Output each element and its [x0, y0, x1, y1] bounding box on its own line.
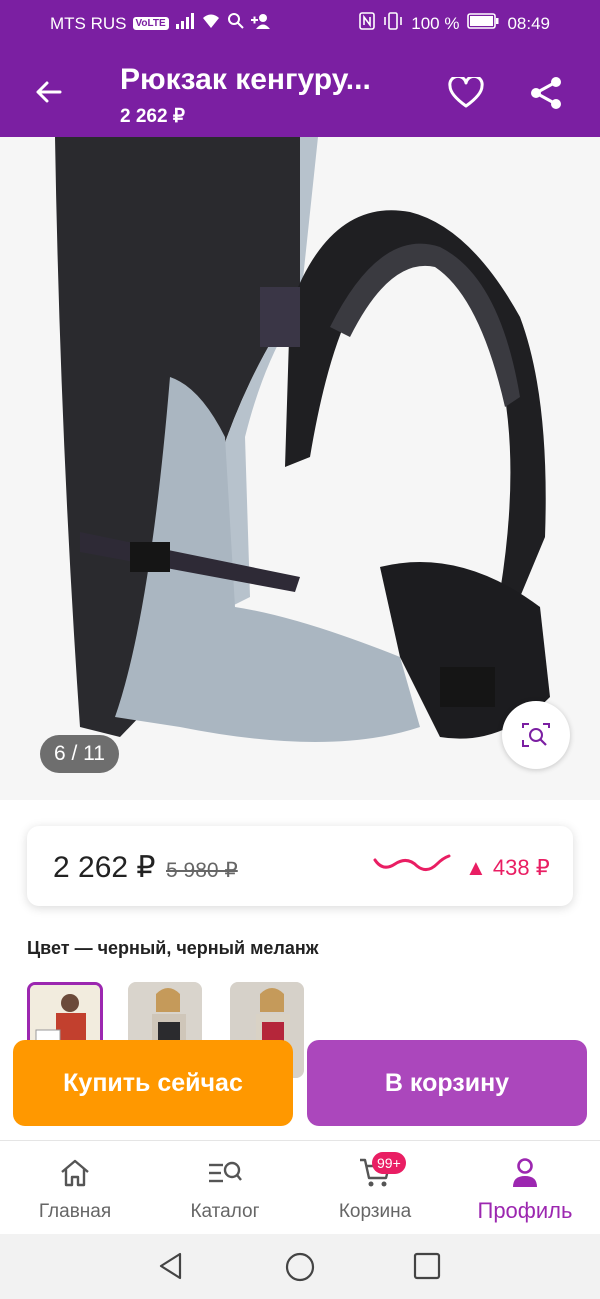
tab-label: Главная — [38, 1201, 112, 1222]
tab-label: Корзина — [338, 1201, 412, 1222]
nav-home-icon[interactable] — [284, 1251, 316, 1288]
header-price: 2 262 ₽ — [120, 106, 185, 127]
page-title: Рюкзак кенгуру... — [120, 63, 371, 96]
buy-now-button[interactable]: Купить сейчас — [13, 1040, 293, 1126]
tab-label: Профиль — [477, 1198, 573, 1223]
signal-icon — [175, 13, 195, 34]
catalog-search-icon — [207, 1155, 243, 1191]
add-to-cart-button[interactable]: В корзину — [307, 1040, 587, 1126]
nav-recents-icon[interactable] — [413, 1252, 441, 1285]
system-navigation-bar — [0, 1234, 600, 1299]
image-counter: 6 / 11 — [40, 735, 119, 773]
search-status-icon — [227, 12, 245, 35]
share-icon[interactable] — [525, 72, 567, 114]
nfc-icon — [359, 12, 376, 35]
visual-search-icon[interactable] — [502, 701, 570, 769]
price-history-chart-icon[interactable] — [373, 854, 451, 881]
battery-icon — [467, 13, 499, 34]
back-arrow-icon[interactable] — [28, 72, 68, 112]
cart-count-badge: 99+ — [372, 1152, 406, 1174]
current-price: 2 262 ₽ — [53, 851, 156, 884]
carrier-label: MTS RUS — [50, 13, 127, 33]
tab-catalog[interactable]: Каталог — [150, 1141, 300, 1235]
tab-home[interactable]: Главная — [0, 1141, 150, 1235]
bottom-tab-bar: Главная Каталог Корзина Профиль — [0, 1140, 600, 1235]
heart-icon[interactable] — [445, 72, 487, 114]
color-label: Цвет — черный, черный меланж — [27, 938, 319, 958]
tab-label: Каталог — [190, 1201, 260, 1222]
wifi-icon — [201, 13, 221, 34]
app-bar: Рюкзак кенгуру... 2 262 ₽ — [0, 45, 600, 137]
profile-icon — [507, 1155, 543, 1191]
nav-back-icon[interactable] — [156, 1251, 186, 1286]
clock: 08:49 — [507, 13, 550, 33]
price-card: 2 262 ₽ 5 980 ₽ ▲ 438 ₽ — [27, 826, 573, 906]
tab-profile[interactable]: Профиль — [450, 1141, 600, 1235]
old-price: 5 980 ₽ — [166, 859, 238, 882]
price-trend: ▲ 438 ₽ — [465, 855, 550, 880]
status-bar: MTS RUS VoLTE 100 % 08:49 — [0, 0, 600, 45]
product-image-gallery[interactable]: 6 / 11 — [0, 137, 600, 800]
battery-percent: 100 % — [411, 13, 460, 33]
home-icon — [57, 1155, 93, 1191]
add-contact-icon — [250, 13, 271, 34]
product-image — [0, 137, 600, 800]
volte-badge: VoLTE — [132, 17, 169, 30]
vibrate-icon — [383, 12, 403, 35]
